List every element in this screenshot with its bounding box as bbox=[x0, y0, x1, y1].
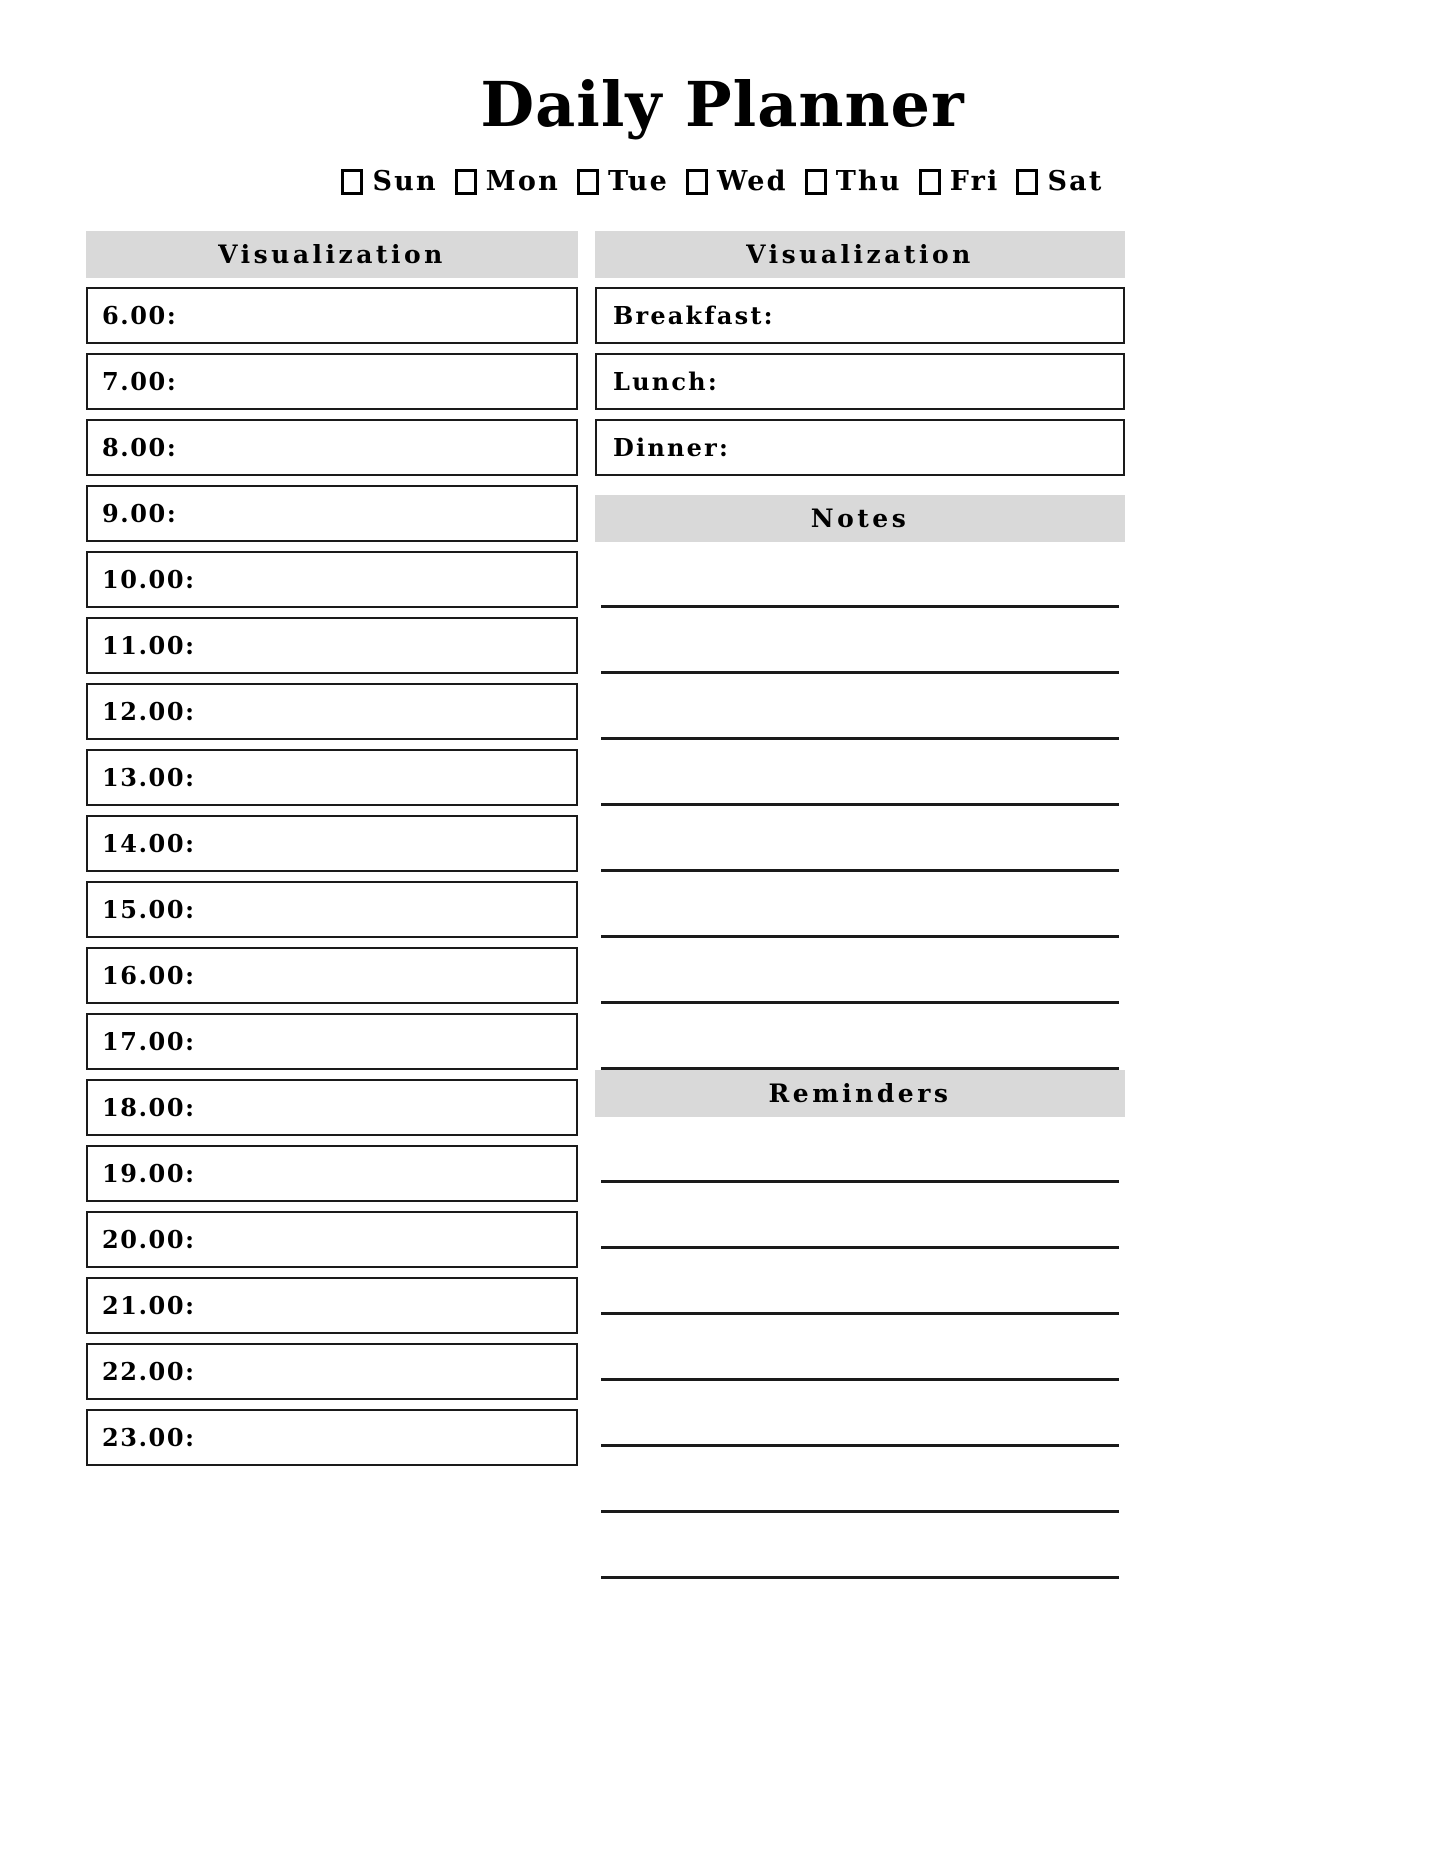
slot-label: 17.00: bbox=[102, 1026, 196, 1056]
slot-label: Dinner: bbox=[613, 432, 731, 462]
time-slot-row[interactable]: 18.00: bbox=[86, 1079, 578, 1136]
time-slot-row[interactable]: 7.00: bbox=[86, 353, 578, 410]
write-area[interactable] bbox=[601, 542, 1119, 605]
slot-label: 21.00: bbox=[102, 1290, 196, 1320]
slot-label: 23.00: bbox=[102, 1422, 196, 1452]
checkbox-icon[interactable] bbox=[918, 168, 941, 195]
time-slot-row[interactable]: 10.00: bbox=[86, 551, 578, 608]
reminders-section-header: Reminders bbox=[595, 1070, 1125, 1117]
meal-slot-list: Breakfast: Lunch: Dinner: bbox=[595, 287, 1125, 476]
slot-label: 22.00: bbox=[102, 1356, 196, 1386]
write-area[interactable] bbox=[601, 1447, 1119, 1510]
slot-label: Lunch: bbox=[613, 366, 719, 396]
checkbox-icon[interactable] bbox=[804, 168, 827, 195]
write-area[interactable] bbox=[601, 1249, 1119, 1312]
time-slot-row[interactable]: 11.00: bbox=[86, 617, 578, 674]
ruled-line bbox=[601, 1576, 1119, 1579]
notes-section-header: Notes bbox=[595, 495, 1125, 542]
slot-label: 19.00: bbox=[102, 1158, 196, 1188]
weekday-thu[interactable]: Thu bbox=[804, 166, 902, 197]
checkbox-icon[interactable] bbox=[1016, 168, 1039, 195]
slot-label: 20.00: bbox=[102, 1224, 196, 1254]
weekday-label: Thu bbox=[835, 166, 902, 197]
weekday-label: Wed bbox=[716, 166, 788, 197]
time-slot-row[interactable]: 6.00: bbox=[86, 287, 578, 344]
write-area[interactable] bbox=[601, 674, 1119, 737]
slot-label: Breakfast: bbox=[613, 300, 775, 330]
checkbox-icon[interactable] bbox=[685, 168, 708, 195]
time-slot-row[interactable]: Lunch: bbox=[595, 353, 1125, 410]
time-slot-row[interactable]: 16.00: bbox=[86, 947, 578, 1004]
slot-label: 16.00: bbox=[102, 960, 196, 990]
schedule-section-header: Visualization bbox=[86, 231, 578, 278]
write-area[interactable] bbox=[601, 608, 1119, 671]
page-title: Daily Planner bbox=[480, 68, 965, 141]
weekday-label: Mon bbox=[485, 166, 560, 197]
time-slot-row[interactable]: 17.00: bbox=[86, 1013, 578, 1070]
schedule-slot-list: 6.00: 7.00: 8.00: 9.00: 10.00: 11.00: 12.00: 13… bbox=[86, 287, 578, 1466]
write-area[interactable] bbox=[601, 938, 1119, 1001]
weekday-fri[interactable]: Fri bbox=[918, 166, 1000, 197]
write-area[interactable] bbox=[601, 1117, 1119, 1180]
write-area[interactable] bbox=[601, 806, 1119, 869]
weekday-selector: Sun Mon Tue Wed Thu Fri Sat bbox=[0, 168, 1445, 195]
time-slot-row[interactable]: 8.00: bbox=[86, 419, 578, 476]
slot-label: 12.00: bbox=[102, 696, 196, 726]
write-area[interactable] bbox=[601, 740, 1119, 803]
weekday-label: Sun bbox=[372, 166, 438, 197]
reminders-line-list bbox=[595, 1117, 1125, 1579]
notes-line-list bbox=[595, 542, 1125, 1070]
slot-label: 9.00: bbox=[102, 498, 178, 528]
weekday-mon[interactable]: Mon bbox=[454, 166, 560, 197]
slot-label: 15.00: bbox=[102, 894, 196, 924]
weekday-wed[interactable]: Wed bbox=[685, 166, 788, 197]
slot-label: 8.00: bbox=[102, 432, 178, 462]
slot-label: 10.00: bbox=[102, 564, 196, 594]
slot-label: 14.00: bbox=[102, 828, 196, 858]
time-slot-row[interactable]: 21.00: bbox=[86, 1277, 578, 1334]
meals-section-header: Visualization bbox=[595, 231, 1125, 278]
time-slot-row[interactable]: 9.00: bbox=[86, 485, 578, 542]
slot-label: 11.00: bbox=[102, 630, 196, 660]
weekday-sun[interactable]: Sun bbox=[341, 168, 437, 195]
time-slot-row[interactable]: 23.00: bbox=[86, 1409, 578, 1466]
weekday-label: Fri bbox=[949, 166, 1000, 197]
checkbox-icon[interactable] bbox=[454, 168, 477, 195]
time-slot-row[interactable]: Dinner: bbox=[595, 419, 1125, 476]
write-area[interactable] bbox=[601, 1004, 1119, 1067]
slot-label: 18.00: bbox=[102, 1092, 196, 1122]
time-slot-row[interactable]: 12.00: bbox=[86, 683, 578, 740]
checkbox-icon[interactable] bbox=[576, 168, 599, 195]
daily-planner-page: Daily Planner Sun Mon Tue Wed Thu Fri Sat Visu… bbox=[0, 0, 1445, 1871]
weekday-label: Sat bbox=[1047, 166, 1104, 197]
slot-label: 13.00: bbox=[102, 762, 196, 792]
time-slot-row[interactable]: 20.00: bbox=[86, 1211, 578, 1268]
write-area[interactable] bbox=[601, 1381, 1119, 1444]
time-slot-row[interactable]: 15.00: bbox=[86, 881, 578, 938]
write-area[interactable] bbox=[601, 1315, 1119, 1378]
write-area[interactable] bbox=[601, 872, 1119, 935]
schedule-column: Visualization 6.00: 7.00: 8.00: 9.00: 10.00:… bbox=[86, 231, 578, 1466]
weekday-tue[interactable]: Tue bbox=[576, 166, 669, 197]
time-slot-row[interactable]: 14.00: bbox=[86, 815, 578, 872]
time-slot-row[interactable]: Breakfast: bbox=[595, 287, 1125, 344]
time-slot-row[interactable]: 13.00: bbox=[86, 749, 578, 806]
slot-label: 7.00: bbox=[102, 366, 178, 396]
weekday-label: Tue bbox=[607, 166, 669, 197]
time-slot-row[interactable]: 22.00: bbox=[86, 1343, 578, 1400]
checkbox-icon[interactable] bbox=[341, 168, 364, 195]
weekday-sat[interactable]: Sat bbox=[1016, 168, 1103, 195]
write-area[interactable] bbox=[601, 1183, 1119, 1246]
slot-label: 6.00: bbox=[102, 300, 178, 330]
time-slot-row[interactable]: 19.00: bbox=[86, 1145, 578, 1202]
side-column: Visualization Breakfast: Lunch: Dinner: No… bbox=[595, 231, 1125, 1579]
write-area[interactable] bbox=[601, 1513, 1119, 1576]
